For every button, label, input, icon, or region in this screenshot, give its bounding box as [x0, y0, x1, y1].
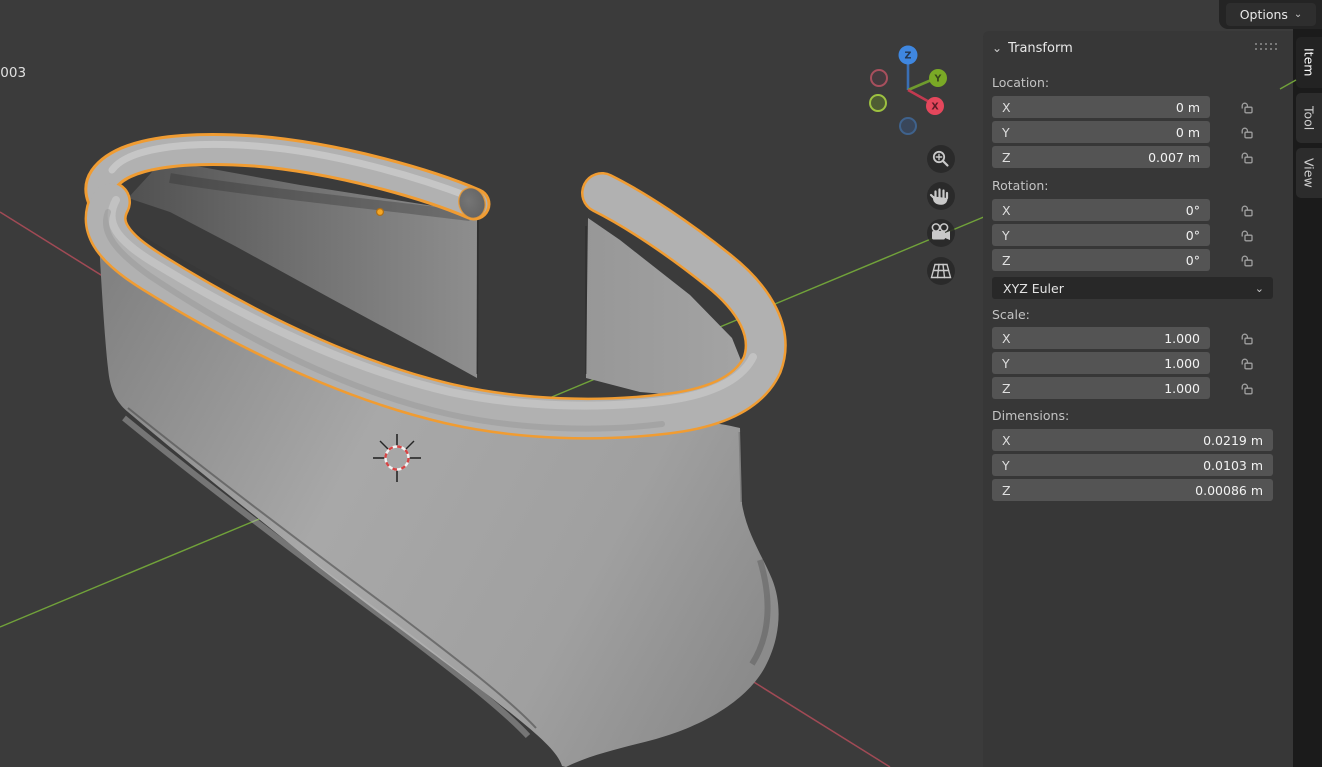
rotation-mode-dropdown[interactable]: XYZ Euler ⌄	[992, 277, 1273, 299]
scale-z-field[interactable]: Z 1.000	[992, 377, 1210, 399]
lock-open-icon[interactable]	[1239, 149, 1255, 165]
perspective-toggle-button[interactable]	[927, 257, 955, 285]
object-origin-dot	[377, 209, 384, 216]
camera-view-button[interactable]	[927, 219, 955, 247]
rotation-y-field[interactable]: Y 0°	[992, 224, 1210, 246]
panel-grip-handle[interactable]	[1255, 43, 1281, 52]
scale-label: Scale:	[992, 307, 1030, 322]
scale-x-field[interactable]: X 1.000	[992, 327, 1210, 349]
gizmo-x-negative-ball[interactable]	[871, 70, 887, 86]
panel-title: Transform	[1008, 41, 1073, 56]
collapse-chevron-icon: ⌄	[992, 43, 1002, 53]
transform-panel-header[interactable]: ⌄ Transform	[992, 39, 1073, 57]
zoom-button[interactable]	[927, 145, 955, 173]
dimensions-y-field[interactable]: Y 0.0103 m	[992, 454, 1273, 476]
rotation-z-field[interactable]: Z 0°	[992, 249, 1210, 271]
chevron-down-icon: ⌄	[1294, 9, 1302, 20]
sidebar-tab-strip: Item Tool View	[1293, 29, 1322, 767]
lock-open-icon[interactable]	[1239, 252, 1255, 268]
viewport-object-name-label: .003	[0, 65, 26, 81]
location-y-field[interactable]: Y 0 m	[992, 121, 1210, 143]
lock-open-icon[interactable]	[1239, 99, 1255, 115]
lock-open-icon[interactable]	[1239, 124, 1255, 140]
tab-tool[interactable]: Tool	[1296, 93, 1322, 143]
tab-view[interactable]: View	[1296, 148, 1322, 198]
rotation-label: Rotation:	[992, 178, 1049, 193]
dimensions-label: Dimensions:	[992, 408, 1069, 423]
gizmo-z-label: Z	[905, 51, 912, 62]
gizmo-z-negative-ball[interactable]	[900, 118, 916, 134]
rotation-x-field[interactable]: X 0°	[992, 199, 1210, 221]
blender-3d-viewport: Z Y X	[0, 0, 1322, 767]
sidebar-panel: ⌄ Transform Location: X 0 m Y 0 m Z 0.00…	[983, 31, 1293, 767]
lock-open-icon[interactable]	[1239, 330, 1255, 346]
location-x-field[interactable]: X 0 m	[992, 96, 1210, 118]
gizmo-y-label: Y	[934, 74, 942, 85]
chevron-down-icon: ⌄	[1255, 282, 1264, 295]
lock-open-icon[interactable]	[1239, 202, 1255, 218]
axis-line-y-sliver	[1279, 77, 1299, 91]
tab-item[interactable]: Item	[1296, 37, 1322, 88]
gizmo-x-label: X	[931, 102, 939, 113]
scale-y-field[interactable]: Y 1.000	[992, 352, 1210, 374]
pan-button[interactable]	[927, 182, 955, 210]
lock-open-icon[interactable]	[1239, 227, 1255, 243]
viewport-header-right: Options ⌄	[1219, 0, 1322, 29]
dimensions-x-field[interactable]: X 0.0219 m	[992, 429, 1273, 451]
lock-open-icon[interactable]	[1239, 380, 1255, 396]
dimensions-z-field[interactable]: Z 0.00086 m	[992, 479, 1273, 501]
lock-open-icon[interactable]	[1239, 355, 1255, 371]
location-z-field[interactable]: Z 0.007 m	[992, 146, 1210, 168]
location-label: Location:	[992, 75, 1049, 90]
band-gap-edge-left	[477, 220, 478, 374]
options-dropdown-button[interactable]: Options ⌄	[1226, 3, 1316, 26]
wall-right-edge	[740, 432, 742, 502]
gizmo-y-negative-ball[interactable]	[870, 95, 886, 111]
options-label: Options	[1240, 7, 1288, 22]
